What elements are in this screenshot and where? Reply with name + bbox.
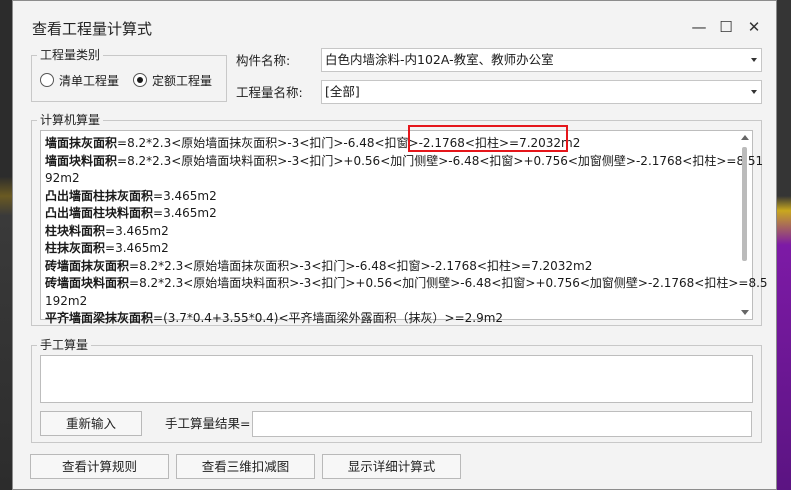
manual-calc-input[interactable] [40, 355, 753, 403]
radio-bill-quantity-dot[interactable] [40, 73, 54, 87]
chevron-down-icon[interactable] [751, 90, 757, 94]
scroll-up-icon[interactable] [741, 135, 749, 140]
calc-line-formula: 192m2 [45, 293, 88, 308]
scroll-down-icon[interactable] [741, 310, 749, 315]
chevron-down-icon[interactable] [751, 58, 757, 62]
calc-line-formula: =3.465m2 [105, 223, 169, 238]
component-name-label: 构件名称: [236, 53, 291, 68]
calc-line-item: 柱抹灰面积 [45, 241, 106, 255]
radio-norm-quantity[interactable]: 定额工程量 [133, 71, 212, 89]
scrollbar-thumb[interactable] [742, 147, 747, 261]
calc-line-formula: =3.465m2 [105, 241, 169, 255]
calc-line-item: 凸出墙面柱抹灰面积 [45, 188, 154, 203]
calc-line-item: 平齐墙面梁抹灰面积 [45, 311, 154, 325]
close-icon[interactable]: ✕ [743, 16, 765, 38]
calc-line: 凸出墙面柱抹灰面积=3.465m2 [45, 188, 735, 206]
calc-formula-list: 墙面抹灰面积 =8.2*2.3<原始墙面抹灰面积>-3<扣门>-6.48<扣窗>-… [45, 135, 768, 328]
calc-line-item: 砖墙面块料面积 [45, 276, 130, 290]
view-calc-rules-button[interactable]: 查看计算规则 [30, 454, 169, 479]
radio-norm-quantity-label: 定额工程量 [152, 73, 213, 88]
calc-line: 92m2 [45, 170, 735, 188]
calc-line-item: 墙面抹灰面积 [45, 136, 118, 150]
calc-line-item: 砖墙面抹灰面积 [45, 258, 130, 273]
view-3d-deduction-button[interactable]: 查看三维扣减图 [176, 454, 315, 479]
calc-line-formula: =8.2*2.3<原始墙面块料面积>-3<扣门>+0.56<加门侧壁>-6.48… [129, 276, 768, 290]
calc-line-item: 墙面块料面积 [45, 153, 118, 168]
dialog-title: 查看工程量计算式 [32, 20, 153, 38]
calc-line: 柱抹灰面积=3.465m2 [45, 240, 735, 258]
reinput-button[interactable]: 重新输入 [40, 411, 142, 436]
calc-line-formula: =8.2*2.3<原始墙面块料面积>-3<扣门>+0.56<加门侧壁>-6.48… [117, 153, 764, 168]
minimize-icon[interactable]: — [688, 16, 710, 38]
calc-line: 凸出墙面柱块料面积=3.465m2 [45, 205, 735, 223]
vertical-scrollbar[interactable] [740, 135, 750, 315]
radio-norm-quantity-dot[interactable] [133, 73, 147, 87]
calc-line-formula: =3.465m2 [153, 188, 217, 203]
highlight-box [408, 125, 568, 152]
calc-line: 墙面块料面积=8.2*2.3<原始墙面块料面积>-3<扣门>+0.56<加门侧壁… [45, 153, 763, 171]
quantity-name-value: [全部] [325, 84, 360, 99]
quantity-name-label: 工程量名称: [236, 85, 303, 100]
computer-calc-group-label: 计算机算量 [37, 113, 104, 127]
calc-line-formula: 92m2 [45, 171, 80, 185]
calc-line-item: 凸出墙面柱块料面积 [45, 206, 154, 220]
computer-calc-textarea[interactable]: 墙面抹灰面积 =8.2*2.3<原始墙面抹灰面积>-3<扣门>-6.48<扣窗>-… [40, 130, 768, 325]
quantity-name-select[interactable]: [全部] [321, 80, 762, 104]
calc-line: 平齐墙面梁抹灰面积=(3.7*0.4+3.55*0.4)<平齐墙面梁外露面积（抹… [45, 310, 735, 328]
manual-result-label: 手工算量结果= [165, 416, 251, 431]
calc-line-formula: =(3.7*0.4+3.55*0.4)<平齐墙面梁外露面积（抹灰）>=2.9m2 [153, 311, 504, 325]
calc-line-item: 柱块料面积 [45, 223, 106, 238]
calc-line: 墙面抹灰面积=8.2*2.3<原始墙面抹灰面积>-3<扣门>-6.48<扣窗>-… [45, 135, 735, 153]
calc-line-formula: =8.2*2.3<原始墙面抹灰面积>-3<扣门>-6.48<扣窗>-2.1768… [129, 258, 593, 273]
component-name-select[interactable]: 白色内墙涂料-内102A-教室、教师办公室 [321, 48, 762, 72]
calc-formula-dialog: 查看工程量计算式 — ☐ ✕ 工程量类别 清单工程量 定额工程量 构件名称: 白… [12, 0, 777, 490]
calc-line: 192m2 [45, 293, 735, 311]
calc-line-formula: =3.465m2 [153, 206, 217, 220]
component-name-value: 白色内墙涂料-内102A-教室、教师办公室 [325, 52, 554, 67]
manual-calc-group-label: 手工算量 [37, 338, 92, 352]
calc-line: 柱块料面积=3.465m2 [45, 223, 735, 241]
show-detail-formula-button[interactable]: 显示详细计算式 [322, 454, 461, 479]
calc-line: 砖墙面块料面积=8.2*2.3<原始墙面块料面积>-3<扣门>+0.56<加门侧… [45, 275, 768, 293]
maximize-icon[interactable]: ☐ [715, 16, 737, 38]
radio-bill-quantity-label: 清单工程量 [59, 73, 120, 88]
calc-line: 砖墙面抹灰面积=8.2*2.3<原始墙面抹灰面积>-3<扣门>-6.48<扣窗>… [45, 258, 735, 276]
title-bar: 查看工程量计算式 — ☐ ✕ [13, 1, 776, 41]
manual-result-field[interactable] [252, 411, 752, 437]
quantity-type-group-label: 工程量类别 [37, 48, 104, 62]
radio-bill-quantity[interactable]: 清单工程量 [40, 71, 119, 89]
